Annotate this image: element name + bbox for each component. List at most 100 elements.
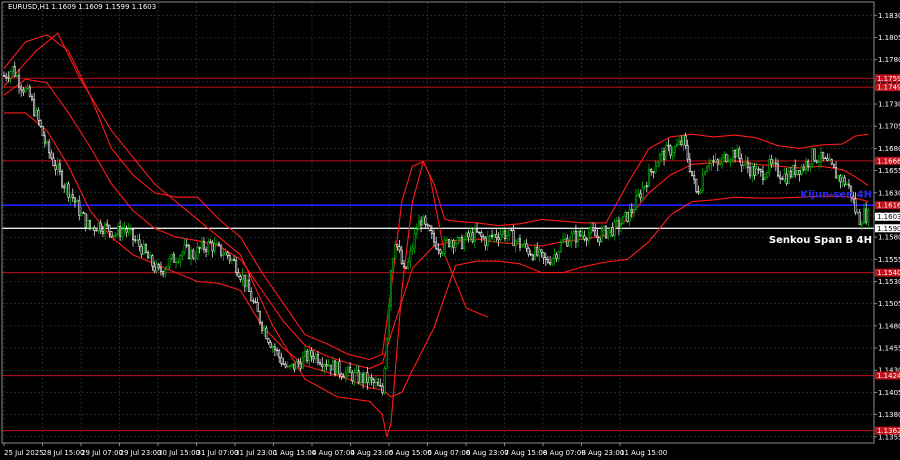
chart-window: 1.18301.18051.17801.17551.17301.17051.16… [0,0,900,460]
candle-body [132,228,135,241]
candle-body [329,364,332,371]
y-tick-label: 1.1730 [878,101,900,109]
candle-body [645,185,648,187]
y-tick-label: 1.1655 [878,167,900,175]
candle-body [751,166,754,177]
candle-body [278,350,281,358]
candle-body [860,223,863,226]
candle-body [658,154,661,163]
candle-body [280,357,283,365]
candle-body [501,230,504,236]
candle-body [385,338,388,369]
x-tick-label: 8 Aug 07:00 [543,449,586,457]
candle-body [18,75,21,88]
candle-body [583,235,586,240]
candle-body [701,174,704,192]
candle-body [325,364,328,367]
candle-body [858,211,861,226]
candle-body [770,158,773,165]
price-tag-label: 1.1362 [877,427,900,435]
candle-body [286,365,289,368]
candle-body [392,257,395,271]
candle-body [460,237,463,249]
candle-body [480,232,483,237]
candle-body [389,270,392,307]
candle-body [349,367,352,373]
candle-body [127,229,130,233]
candle-body [52,157,55,166]
candle-body [845,183,848,186]
candle-body [772,162,775,165]
candle-body [643,185,646,188]
candle-body [65,183,68,189]
candle-body [282,363,285,365]
candle-body [144,244,147,253]
candle-body [785,173,788,184]
candle-body [766,172,769,178]
candle-body [213,243,216,252]
candle-body [149,255,152,259]
candle-body [807,161,810,167]
candle-body [252,300,255,303]
candle-body [624,212,627,217]
candle-body [551,258,554,265]
candle-body [594,230,597,237]
candle-body [237,272,240,277]
candle-body [432,233,435,243]
candle-body [379,385,382,387]
candle-body [284,363,287,368]
candle-body [99,222,102,232]
candle-body [41,125,44,137]
candle-body [97,222,100,232]
candle-body [789,170,792,177]
candle-body [839,175,842,183]
candle-body [271,346,274,348]
candle-body [585,238,588,241]
candle-body [116,226,119,235]
candle-body [718,163,721,166]
candle-body [776,163,779,177]
candle-body [243,274,246,287]
candle-body [581,235,584,237]
candle-body [224,251,227,256]
candle-body [424,216,427,225]
candle-body [334,360,337,375]
candle-body [561,239,564,243]
candle-body [357,370,360,383]
candle-body [220,244,223,256]
candle-body [192,250,195,259]
candle-body [437,248,440,251]
candle-body [835,167,838,179]
x-tick-label: 5 Aug 15:00 [389,449,432,457]
candle-body [686,145,689,160]
candle-body [579,230,582,237]
candle-body [123,228,126,230]
candle-body [742,164,745,166]
candle-body [359,373,362,383]
candle-body [273,346,276,351]
candle-body [740,158,743,166]
candle-body [351,372,354,382]
candle-body [45,141,48,144]
candle-body [824,157,827,160]
candle-body [450,240,453,247]
candle-body [13,66,16,77]
candle-body [506,235,509,239]
candle-body [684,135,687,146]
candle-body [725,154,728,162]
candle-body [738,148,741,159]
x-tick-label: 31 Jul 07:00 [197,449,239,457]
candle-body [736,148,739,158]
candle-body [340,373,343,377]
candle-body [69,194,72,198]
y-tick-label: 1.1805 [878,34,900,42]
candle-body [620,223,623,229]
candle-body [374,381,377,384]
candle-body [607,230,610,239]
candle-body [557,251,560,259]
candle-body [166,265,169,270]
x-tick-label: 1 Aug 15:00 [274,449,317,457]
candle-body [635,195,638,210]
candle-body [153,265,156,272]
candle-body [445,239,448,241]
